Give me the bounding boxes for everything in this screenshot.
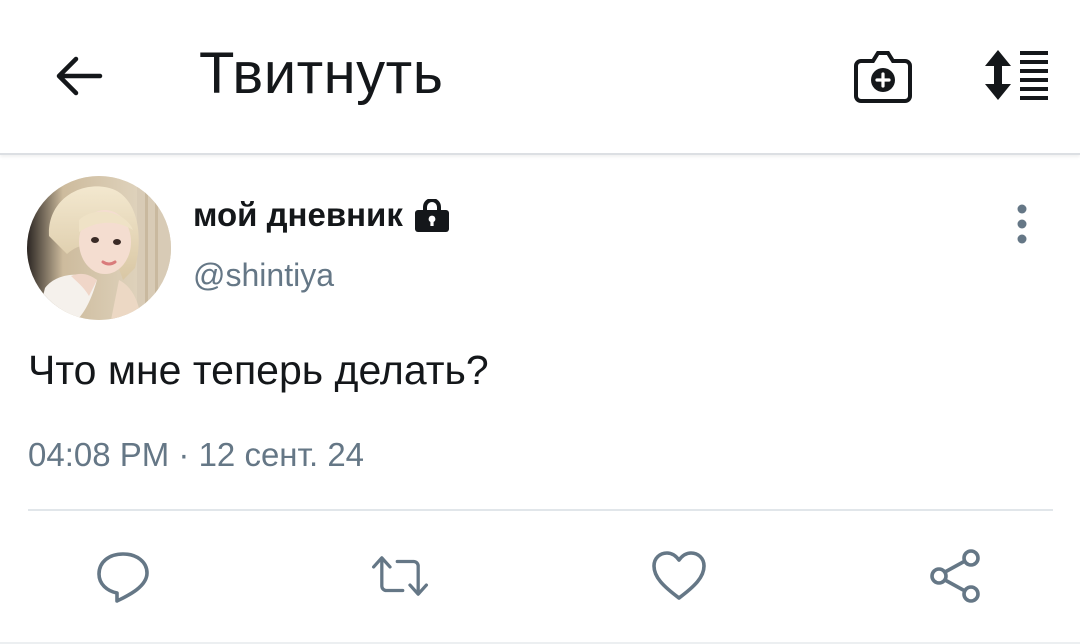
- more-options-button[interactable]: [1002, 200, 1042, 248]
- back-button[interactable]: [48, 46, 108, 106]
- display-name[interactable]: мой дневник: [193, 193, 403, 237]
- heart-icon: [652, 551, 706, 600]
- page-title: Твитнуть: [199, 41, 444, 106]
- add-photo-button[interactable]: [850, 44, 916, 108]
- top-app-bar: Твитнуть: [0, 0, 1080, 155]
- user-handle[interactable]: @shintiya: [193, 253, 334, 297]
- like-button[interactable]: [649, 546, 709, 606]
- arrow-left-icon: [56, 56, 103, 96]
- camera-add-icon: [854, 51, 912, 103]
- tweet-detail-screen: Твитнуть мой дневник @shintiya Что мне т…: [0, 0, 1080, 644]
- retweet-icon: [372, 556, 428, 596]
- more-vertical-icon: [1017, 204, 1027, 244]
- reply-icon: [97, 552, 149, 603]
- reply-button[interactable]: [93, 546, 153, 606]
- share-button[interactable]: [926, 546, 986, 606]
- tweet-timestamp: 04:08 PM · 12 сент. 24: [28, 436, 365, 473]
- avatar-image: [27, 176, 171, 320]
- tweet-text: Что мне теперь делать?: [28, 347, 489, 393]
- share-icon: [930, 549, 980, 603]
- sort-button[interactable]: [974, 44, 1054, 106]
- retweet-button[interactable]: [370, 546, 430, 606]
- divider: [28, 509, 1053, 511]
- avatar[interactable]: [27, 176, 171, 320]
- author-name-row: мой дневник: [193, 193, 451, 237]
- sort-list-icon: [985, 50, 1048, 100]
- lock-icon: [413, 199, 451, 233]
